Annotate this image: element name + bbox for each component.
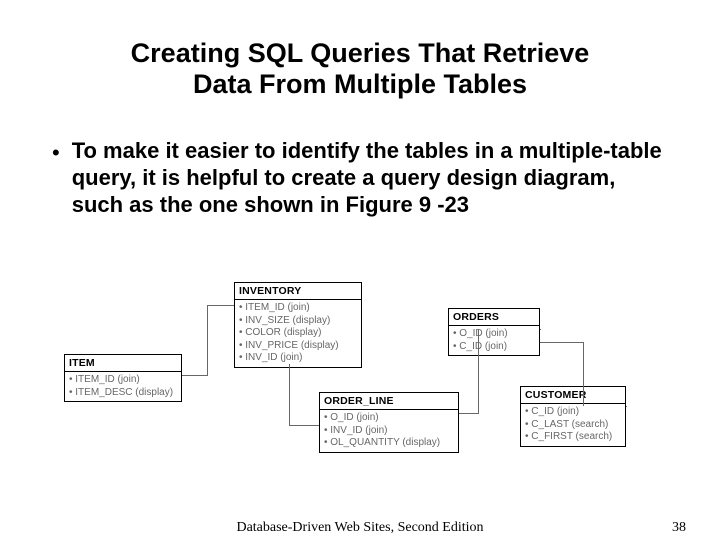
bullet-text: To make it easier to identify the tables…: [72, 138, 672, 218]
box-inventory-title: INVENTORY: [235, 283, 361, 300]
connector: [626, 406, 627, 407]
box-inventory-row: • INV_SIZE (display): [239, 315, 357, 328]
box-order-line-row: • O_ID (join): [324, 412, 454, 425]
connector: [583, 342, 584, 406]
box-inventory-row: • COLOR (display): [239, 327, 357, 340]
slide-title: Creating SQL Queries That Retrieve Data …: [48, 38, 672, 100]
connector: [289, 425, 319, 426]
box-order-line-row: • INV_ID (join): [324, 425, 454, 438]
title-line-2: Data From Multiple Tables: [193, 69, 527, 99]
box-customer-title: CUSTOMER: [521, 387, 625, 404]
bullet-marker: •: [52, 140, 60, 166]
box-orders-title: ORDERS: [449, 309, 539, 326]
box-customer-row: • C_LAST (search): [525, 419, 621, 432]
box-order-line-row: • OL_QUANTITY (display): [324, 437, 454, 450]
box-inventory-row: • INV_PRICE (display): [239, 340, 357, 353]
box-inventory-row: • INV_ID (join): [239, 352, 357, 365]
box-item-row: • ITEM_DESC (display): [69, 387, 177, 400]
box-order-line-title: ORDER_LINE: [320, 393, 458, 410]
box-orders: ORDERS • O_ID (join) • C_ID (join): [448, 308, 540, 356]
box-customer-row: • C_ID (join): [525, 406, 621, 419]
title-line-1: Creating SQL Queries That Retrieve: [131, 38, 590, 68]
box-orders-row: • O_ID (join): [453, 328, 535, 341]
box-customer-row: • C_FIRST (search): [525, 431, 621, 444]
box-inventory: INVENTORY • ITEM_ID (join) • INV_SIZE (d…: [234, 282, 362, 368]
connector: [182, 375, 208, 376]
connector: [207, 305, 208, 376]
connector: [540, 342, 584, 343]
bullet-item: • To make it easier to identify the tabl…: [52, 138, 672, 218]
box-order-line: ORDER_LINE • O_ID (join) • INV_ID (join)…: [319, 392, 459, 453]
connector: [478, 329, 479, 414]
box-item-title: ITEM: [65, 355, 181, 372]
connector: [459, 413, 479, 414]
box-item-row: • ITEM_ID (join): [69, 374, 177, 387]
connector: [207, 305, 234, 306]
connector: [289, 364, 290, 426]
box-orders-row: • C_ID (join): [453, 341, 535, 354]
footer-text: Database-Driven Web Sites, Second Editio…: [0, 520, 720, 536]
slide: Creating SQL Queries That Retrieve Data …: [0, 0, 720, 540]
query-design-diagram: ITEM • ITEM_ID (join) • ITEM_DESC (displ…: [64, 282, 654, 472]
box-customer: CUSTOMER • C_ID (join) • C_LAST (search)…: [520, 386, 626, 447]
box-inventory-row: • ITEM_ID (join): [239, 302, 357, 315]
box-item: ITEM • ITEM_ID (join) • ITEM_DESC (displ…: [64, 354, 182, 402]
connector: [540, 329, 541, 330]
page-number: 38: [672, 520, 686, 536]
